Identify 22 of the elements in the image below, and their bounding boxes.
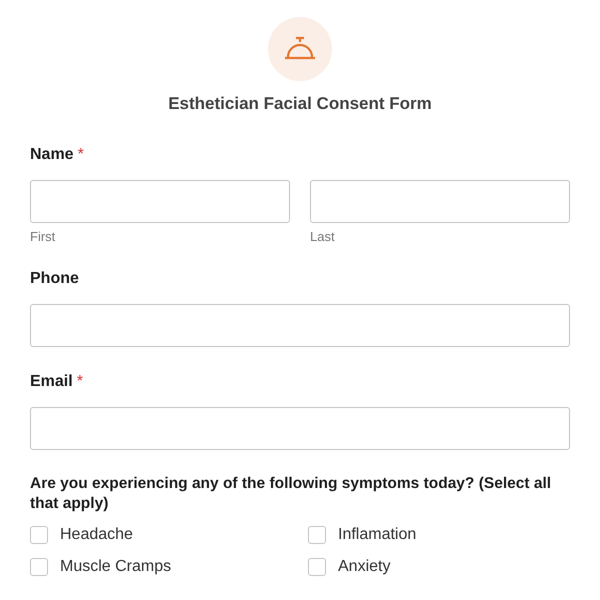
sublabel: Last bbox=[310, 229, 336, 244]
checkbox[interactable] bbox=[30, 558, 48, 576]
input-field[interactable] bbox=[310, 180, 570, 223]
option-label: Headache bbox=[60, 526, 133, 544]
checkbox[interactable] bbox=[308, 526, 326, 544]
required-mark: * bbox=[78, 145, 84, 165]
input-field[interactable] bbox=[30, 407, 570, 450]
service-bell-icon bbox=[283, 36, 317, 62]
checkbox[interactable] bbox=[30, 526, 48, 544]
field-label: Name bbox=[30, 145, 74, 165]
option-label: Anxiety bbox=[338, 558, 390, 576]
field-label: Email bbox=[30, 372, 73, 392]
option-label: Inflamation bbox=[338, 526, 416, 544]
form-title: Esthetician Facial Consent Form bbox=[167, 94, 433, 114]
option-label: Muscle Cramps bbox=[60, 558, 172, 576]
sublabel: First bbox=[30, 229, 56, 244]
question-label: Are you experiencing any of the following symptoms today? (Select all that apply) bbox=[30, 474, 552, 514]
required-mark: * bbox=[76, 372, 83, 392]
field-label: Phone bbox=[30, 269, 79, 289]
input-field[interactable] bbox=[30, 180, 290, 223]
input-field[interactable] bbox=[30, 304, 570, 347]
checkbox[interactable] bbox=[308, 558, 326, 576]
